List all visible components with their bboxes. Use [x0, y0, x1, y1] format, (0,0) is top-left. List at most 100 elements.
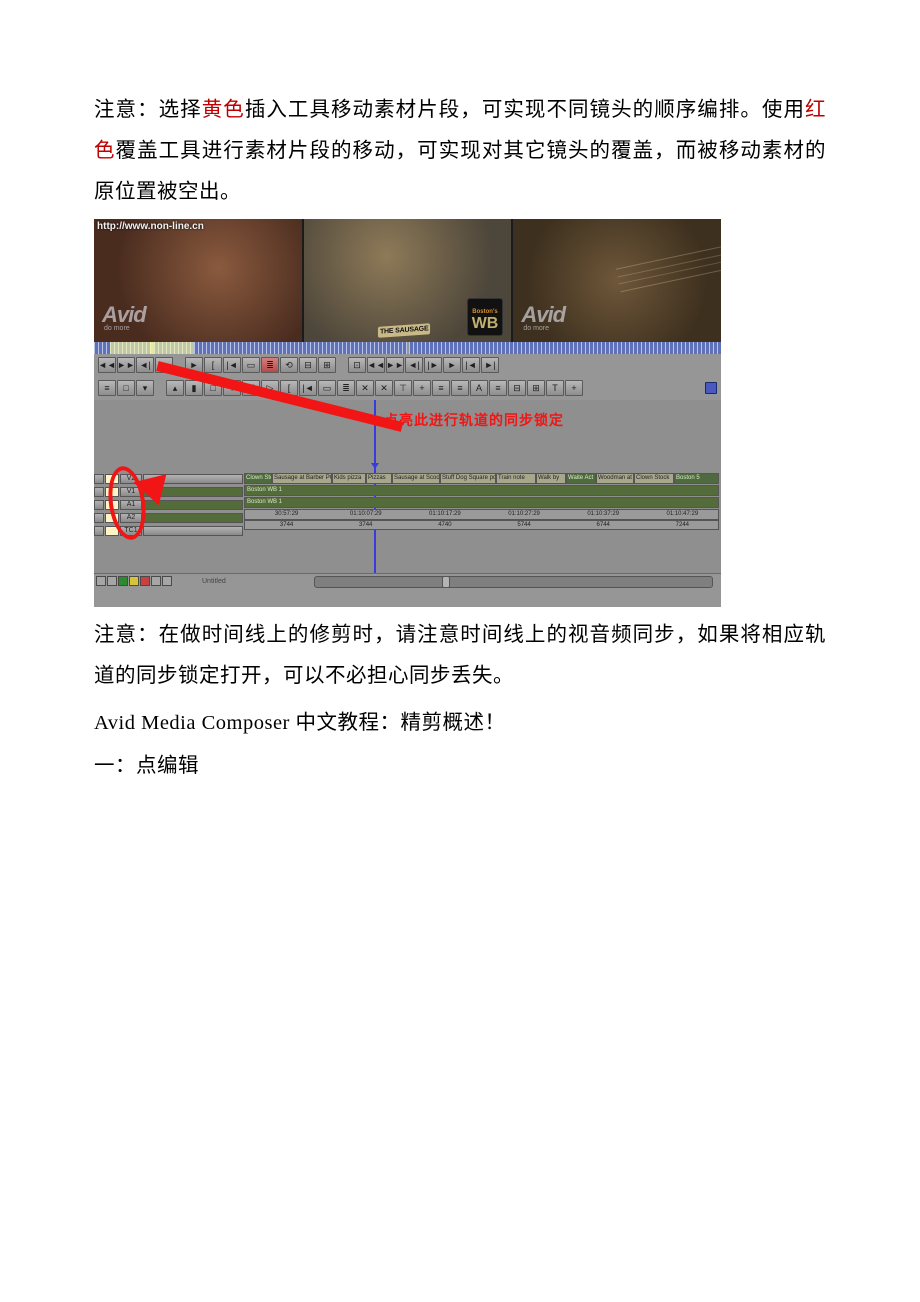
guitar-strings: [616, 244, 721, 292]
p1-yellow: 黄色: [202, 99, 245, 121]
v1-clip-segment[interactable]: Boston 5: [674, 473, 719, 484]
toolbar-button[interactable]: ⊟: [299, 357, 317, 373]
avid-screenshot: http://www.non-line.cn Avid do more THE …: [94, 219, 721, 607]
a2-clip[interactable]: Boston WB 1: [244, 497, 719, 508]
timeline-bottom-bar: Untitled: [94, 573, 721, 588]
avid-watermark: Avid do more: [102, 302, 146, 332]
toolbar-button[interactable]: ⊟: [508, 380, 526, 396]
timecode-sublabel: 6744: [564, 521, 643, 530]
toolbar-button[interactable]: ◄◄: [367, 357, 385, 373]
timecode-label: 01:10:47:29: [643, 510, 719, 519]
v1-clip-segment[interactable]: Stuff Dog Square po: [440, 473, 496, 484]
toolbar-button[interactable]: A: [470, 380, 488, 396]
heading-tutorial-text: Avid Media Composer 中文教程：精剪概述！: [94, 712, 506, 734]
paragraph-2: 注意：在做时间线上的修剪时，请注意时间线上的视音频同步，如果将相应轨道的同步锁定…: [94, 615, 826, 697]
p1-prefix: 注意：选择: [94, 99, 202, 121]
toolbar-button[interactable]: ◄|: [405, 357, 423, 373]
timecode-label: 01:10:17:29: [405, 510, 484, 519]
toolbar-button[interactable]: ►: [443, 357, 461, 373]
v1-clip-segment[interactable]: Waite Act: [566, 473, 596, 484]
p1-suffix: 覆盖工具进行素材片段的移动，可实现对其它镜头的覆盖，而被移动素材的原位置被空出。: [94, 140, 826, 203]
toolbar-button[interactable]: ≣: [337, 380, 355, 396]
toolbar-button[interactable]: +: [413, 380, 431, 396]
v1-clip-segment[interactable]: Kids pizza: [332, 473, 366, 484]
timecode-ruler[interactable]: [94, 342, 721, 354]
annotation-text: 点亮此进行轨道的同步锁定: [384, 410, 564, 430]
toolbar-button[interactable]: ⊞: [527, 380, 545, 396]
toolbar-button[interactable]: ⊤: [394, 380, 412, 396]
toolbar-button[interactable]: ≣: [261, 357, 279, 373]
v1-clip-segment[interactable]: Sausage at Scooter 1: [392, 473, 440, 484]
timecode-label: 01:10:37:29: [564, 510, 643, 519]
toolbar-button[interactable]: ≡: [489, 380, 507, 396]
toolbar-button[interactable]: ▮: [185, 380, 203, 396]
toolbar-button[interactable]: [: [204, 357, 222, 373]
toggle-panel-icon[interactable]: [705, 382, 717, 394]
v1-clip-segment[interactable]: Clown Sto: [244, 473, 272, 484]
bb-icon[interactable]: [151, 576, 161, 586]
toolbar-button[interactable]: ≡: [432, 380, 450, 396]
toolbar-button[interactable]: ≡: [98, 380, 116, 396]
toolbar-button[interactable]: ►►: [386, 357, 404, 373]
bb-icon[interactable]: [162, 576, 172, 586]
timecode-sublabel: 3744: [247, 521, 326, 530]
bb-icon-yellow[interactable]: [129, 576, 139, 586]
toolbar-button[interactable]: ≡: [451, 380, 469, 396]
timecode-sublabel: 5744: [484, 521, 563, 530]
sequence-name: Untitled: [202, 578, 226, 585]
toolbar-button[interactable]: ▾: [136, 380, 154, 396]
timeline-scrollbar[interactable]: [314, 576, 713, 588]
bottom-corner-icons: [94, 576, 174, 586]
avid-brand: Avid: [102, 302, 146, 327]
timecode-subrow: 374437444740574467447244: [244, 520, 719, 530]
timecode-label: 01:10:27:29: [484, 510, 563, 519]
overlay-url: http://www.non-line.cn: [94, 219, 302, 232]
toolbar-button[interactable]: |►: [424, 357, 442, 373]
preview-monitors: http://www.non-line.cn Avid do more THE …: [94, 219, 721, 342]
toolbar-button[interactable]: □: [117, 380, 135, 396]
timecode-label: 01:10:07:29: [326, 510, 405, 519]
toolbar-button[interactable]: T: [546, 380, 564, 396]
timecode-sublabel: 4740: [405, 521, 484, 530]
timecode-row: 30:57:2901:10:07:2901:10:17:2901:10:27:2…: [244, 509, 719, 520]
v1-clip-segment[interactable]: Clown Stock: [634, 473, 674, 484]
toolbar-button[interactable]: ✕: [375, 380, 393, 396]
timecode-sublabel: 7244: [643, 521, 719, 530]
paragraph-1: 注意：选择黄色插入工具移动素材片段，可实现不同镜头的顺序编排。使用红色覆盖工具进…: [94, 90, 826, 213]
toolbar-button[interactable]: ▴: [166, 380, 184, 396]
toolbar-button[interactable]: ◄|: [136, 357, 154, 373]
bb-icon-red[interactable]: [140, 576, 150, 586]
toolbar-button[interactable]: ▭: [318, 380, 336, 396]
scrollbar-thumb[interactable]: [442, 576, 450, 588]
toolbar-button[interactable]: ▭: [242, 357, 260, 373]
heading-tutorial: Avid Media Composer 中文教程：精剪概述！: [94, 703, 826, 744]
red-arrow-annotation: [139, 426, 404, 496]
monitor-left: http://www.non-line.cn Avid do more: [94, 219, 304, 342]
v1-clip-segment[interactable]: Sausage at Barber POV: [272, 473, 332, 484]
avid-brand: Avid: [521, 302, 565, 327]
toolbar-button[interactable]: ◄◄: [98, 357, 116, 373]
v1-clip-segment[interactable]: Pizzas: [366, 473, 392, 484]
toolbar-button[interactable]: |◄: [462, 357, 480, 373]
timecode-label: 30:57:29: [247, 510, 326, 519]
avid-watermark-2: Avid do more: [521, 302, 565, 332]
toolbar-button[interactable]: ►►: [117, 357, 135, 373]
bb-icon-green[interactable]: [118, 576, 128, 586]
toolbar-button[interactable]: ⟲: [280, 357, 298, 373]
bb-icon[interactable]: [107, 576, 117, 586]
wb-logo: Boston's WB: [467, 298, 504, 336]
toolbar-button[interactable]: |◄: [299, 380, 317, 396]
toolbar-button[interactable]: |◄: [223, 357, 241, 373]
v1-clip-segment[interactable]: Train note: [496, 473, 536, 484]
toolbar-button[interactable]: +: [565, 380, 583, 396]
toolbar-button[interactable]: ►|: [481, 357, 499, 373]
toolbar-button[interactable]: ⊞: [318, 357, 336, 373]
timecode-sublabel: 3744: [326, 521, 405, 530]
toolbar-button[interactable]: ⊡: [348, 357, 366, 373]
bb-icon[interactable]: [96, 576, 106, 586]
timeline-area: 点亮此进行轨道的同步锁定 V2 V1: [94, 400, 721, 588]
p1-mid: 插入工具移动素材片段，可实现不同镜头的顺序编排。使用: [245, 99, 805, 121]
v1-clip-segment[interactable]: Walk by: [536, 473, 566, 484]
toolbar-button[interactable]: ✕: [356, 380, 374, 396]
v1-clip-segment[interactable]: Woodman at: [596, 473, 634, 484]
